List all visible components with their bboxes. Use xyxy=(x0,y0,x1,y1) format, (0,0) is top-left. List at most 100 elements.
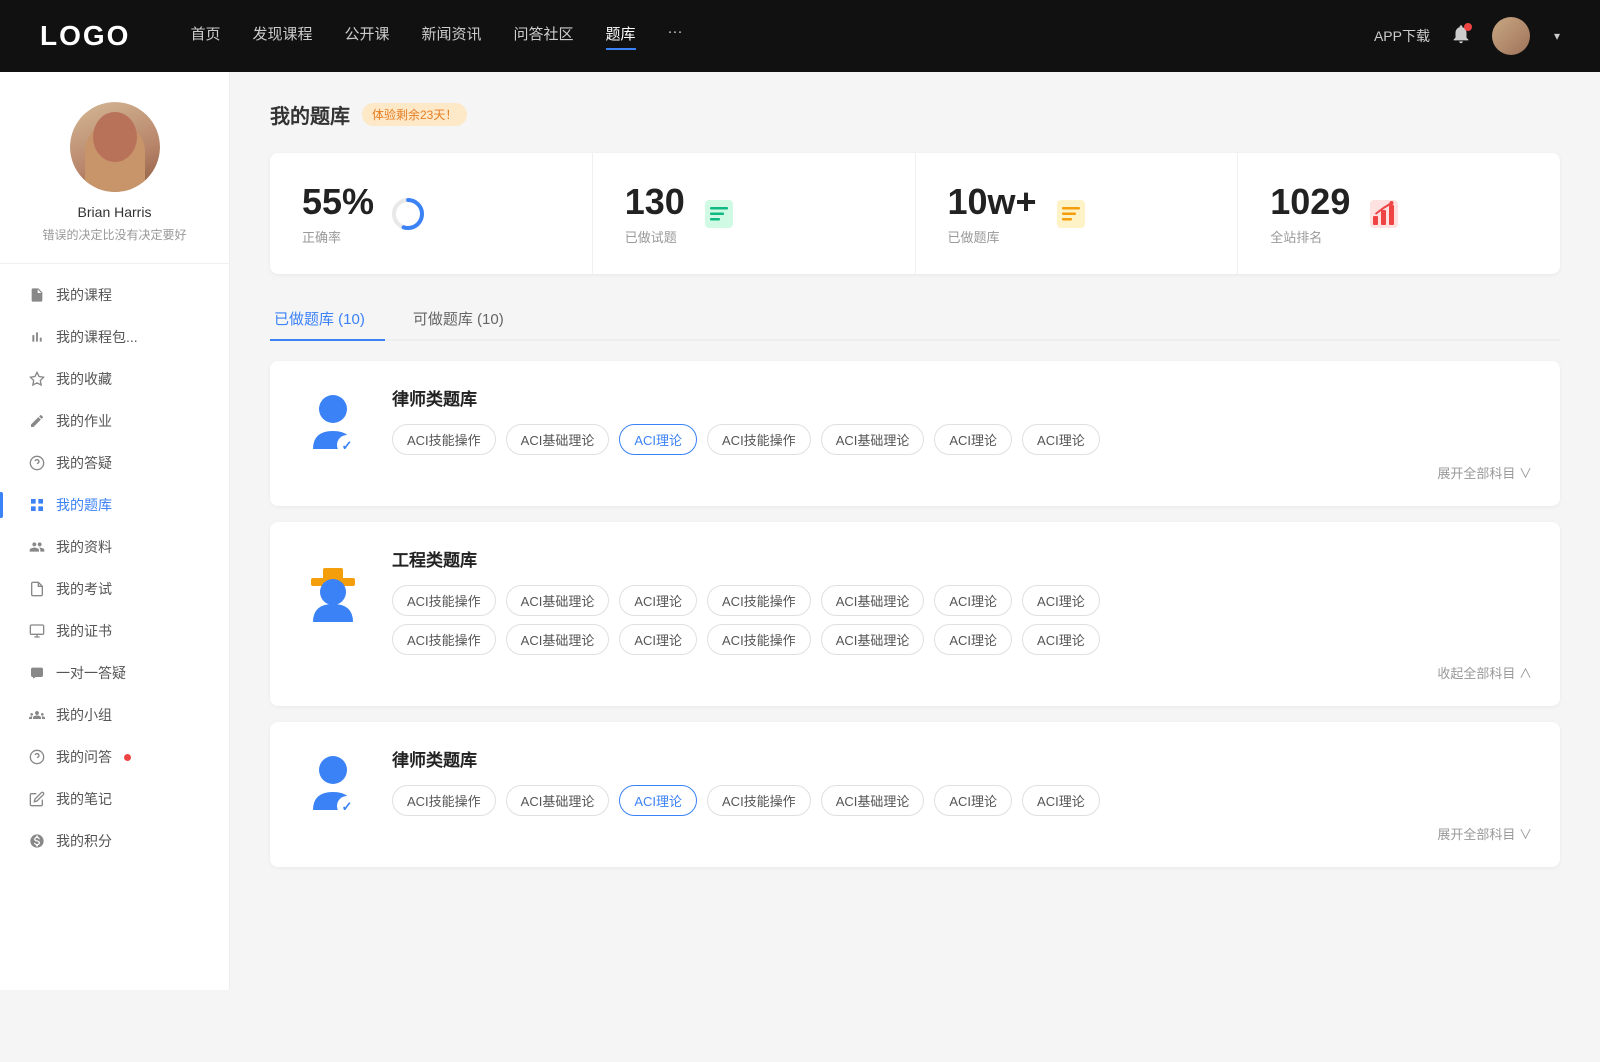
stat-accuracy-label: 正确率 xyxy=(302,227,374,246)
tag[interactable]: ACI基础理论 xyxy=(821,585,925,616)
expand-link-3[interactable]: 展开全部科目 ∨ xyxy=(392,824,1532,843)
tag[interactable]: ACI技能操作 xyxy=(707,585,811,616)
nav-app-download[interactable]: APP下载 xyxy=(1374,26,1430,46)
sidebar-item-my-homework[interactable]: 我的作业 xyxy=(0,400,229,442)
sidebar-item-my-points[interactable]: 我的积分 xyxy=(0,820,229,862)
sidebar-item-label: 我的笔记 xyxy=(56,789,112,809)
stat-done-questions-number: 130 xyxy=(625,181,685,223)
sidebar-item-my-collection[interactable]: 我的收藏 xyxy=(0,358,229,400)
sidebar-item-label: 我的证书 xyxy=(56,621,112,641)
category-card-engineer-1: 工程类题库 ACI技能操作 ACI基础理论 ACI理论 ACI技能操作 ACI基… xyxy=(270,522,1560,706)
stat-rank-label: 全站排名 xyxy=(1270,227,1350,246)
avatar[interactable] xyxy=(1492,17,1530,55)
svg-text:✓: ✓ xyxy=(342,799,353,814)
sidebar-item-my-notes[interactable]: 我的笔记 xyxy=(0,778,229,820)
chart-red-icon xyxy=(1366,196,1402,232)
category-2-title: 工程类题库 xyxy=(392,546,1532,571)
nav-right: APP下载 ▾ xyxy=(1374,17,1560,55)
tag[interactable]: ACI理论 xyxy=(1022,785,1100,816)
sidebar-item-one-on-one[interactable]: 一对一答疑 xyxy=(0,652,229,694)
sidebar-item-my-answer[interactable]: 我的问答 xyxy=(0,736,229,778)
notification-dot xyxy=(1464,23,1472,31)
stat-rank-number: 1029 xyxy=(1270,181,1350,223)
tag[interactable]: ACI技能操作 xyxy=(707,424,811,455)
sidebar-item-my-questions[interactable]: 我的题库 xyxy=(0,484,229,526)
sidebar-item-my-course-pack[interactable]: 我的课程包... xyxy=(0,316,229,358)
tag[interactable]: ACI理论 xyxy=(1022,424,1100,455)
nav-home[interactable]: 首页 xyxy=(190,23,220,50)
nav-bell-button[interactable] xyxy=(1450,23,1472,50)
category-card-lawyer-2: ✓ 律师类题库 ACI技能操作 ACI基础理论 ACI理论 ACI技能操作 AC… xyxy=(270,722,1560,867)
tag[interactable]: ACI技能操作 xyxy=(392,624,496,655)
tag-active[interactable]: ACI理论 xyxy=(619,424,697,455)
sidebar-item-my-group[interactable]: 我的小组 xyxy=(0,694,229,736)
tag[interactable]: ACI基础理论 xyxy=(506,785,610,816)
tag[interactable]: ACI基础理论 xyxy=(506,585,610,616)
tag[interactable]: ACI理论 xyxy=(934,785,1012,816)
tag[interactable]: ACI理论 xyxy=(1022,624,1100,655)
nav-questions[interactable]: 题库 xyxy=(606,23,636,50)
avatar-image xyxy=(70,102,160,192)
tag[interactable]: ACI理论 xyxy=(934,424,1012,455)
tag[interactable]: ACI技能操作 xyxy=(707,624,811,655)
nav-news[interactable]: 新闻资讯 xyxy=(422,23,482,50)
certificate-icon xyxy=(28,622,46,640)
tag[interactable]: ACI基础理论 xyxy=(506,624,610,655)
main-content: 我的题库 体验剩余23天！ 55% 正确率 130 xyxy=(230,72,1600,990)
coin-icon xyxy=(28,832,46,850)
stat-done-banks: 10w+ 已做题库 xyxy=(916,153,1239,274)
tag[interactable]: ACI基础理论 xyxy=(506,424,610,455)
sidebar-item-my-exam[interactable]: 我的考试 xyxy=(0,568,229,610)
chat-icon xyxy=(28,664,46,682)
sidebar-menu: 我的课程 我的课程包... 我的收藏 我的作业 xyxy=(0,274,229,862)
sidebar-item-label: 我的考试 xyxy=(56,579,112,599)
nav-more[interactable]: ··· xyxy=(668,23,683,50)
sidebar-item-my-course[interactable]: 我的课程 xyxy=(0,274,229,316)
nav-links: 首页 发现课程 公开课 新闻资讯 问答社区 题库 ··· xyxy=(190,23,1374,50)
tag[interactable]: ACI基础理论 xyxy=(821,624,925,655)
tag[interactable]: ACI理论 xyxy=(934,624,1012,655)
stat-accuracy: 55% 正确率 xyxy=(270,153,593,274)
tag-active[interactable]: ACI理论 xyxy=(619,785,697,816)
category-1-content: 律师类题库 ACI技能操作 ACI基础理论 ACI理论 ACI技能操作 ACI基… xyxy=(392,385,1532,482)
tag[interactable]: ACI理论 xyxy=(619,585,697,616)
tag[interactable]: ACI技能操作 xyxy=(392,785,496,816)
avatar-chevron-icon[interactable]: ▾ xyxy=(1554,29,1560,43)
category-1-title: 律师类题库 xyxy=(392,385,1532,410)
nav-discover[interactable]: 发现课程 xyxy=(252,23,312,50)
new-dot xyxy=(124,754,131,761)
tab-done[interactable]: 已做题库 (10) xyxy=(270,298,385,339)
stat-rank: 1029 全站排名 xyxy=(1238,153,1560,274)
sidebar-item-label: 我的资料 xyxy=(56,537,112,557)
sidebar-item-my-cert[interactable]: 我的证书 xyxy=(0,610,229,652)
sidebar-username: Brian Harris xyxy=(20,204,209,220)
people-icon xyxy=(28,538,46,556)
main-layout: Brian Harris 错误的决定比没有决定要好 我的课程 我的课程包... xyxy=(0,72,1600,990)
collapse-link-2[interactable]: 收起全部科目 ∧ xyxy=(392,663,1532,682)
nav-open[interactable]: 公开课 xyxy=(344,23,389,50)
sidebar-item-label: 我的课程包... xyxy=(56,327,138,347)
category-3-tags: ACI技能操作 ACI基础理论 ACI理论 ACI技能操作 ACI基础理论 AC… xyxy=(392,785,1532,816)
tab-todo[interactable]: 可做题库 (10) xyxy=(409,298,524,339)
group-icon xyxy=(28,706,46,724)
tag[interactable]: ACI技能操作 xyxy=(392,424,496,455)
stat-done-banks-number: 10w+ xyxy=(948,181,1037,223)
tag[interactable]: ACI理论 xyxy=(1022,585,1100,616)
sidebar-item-my-info[interactable]: 我的资料 xyxy=(0,526,229,568)
tag[interactable]: ACI基础理论 xyxy=(821,424,925,455)
lawyer-icon: ✓ xyxy=(298,385,368,465)
category-3-title: 律师类题库 xyxy=(392,746,1532,771)
sidebar-item-my-qa[interactable]: 我的答疑 xyxy=(0,442,229,484)
expand-link-1[interactable]: 展开全部科目 ∨ xyxy=(392,463,1532,482)
page-title-row: 我的题库 体验剩余23天！ xyxy=(270,100,1560,129)
page-title: 我的题库 xyxy=(270,100,350,129)
sidebar-profile: Brian Harris 错误的决定比没有决定要好 xyxy=(0,102,229,264)
tag[interactable]: ACI技能操作 xyxy=(392,585,496,616)
tag[interactable]: ACI理论 xyxy=(619,624,697,655)
sidebar-item-label: 我的课程 xyxy=(56,285,112,305)
tag[interactable]: ACI理论 xyxy=(934,585,1012,616)
grid-icon xyxy=(28,496,46,514)
nav-qa[interactable]: 问答社区 xyxy=(514,23,574,50)
tag[interactable]: ACI技能操作 xyxy=(707,785,811,816)
tag[interactable]: ACI基础理论 xyxy=(821,785,925,816)
